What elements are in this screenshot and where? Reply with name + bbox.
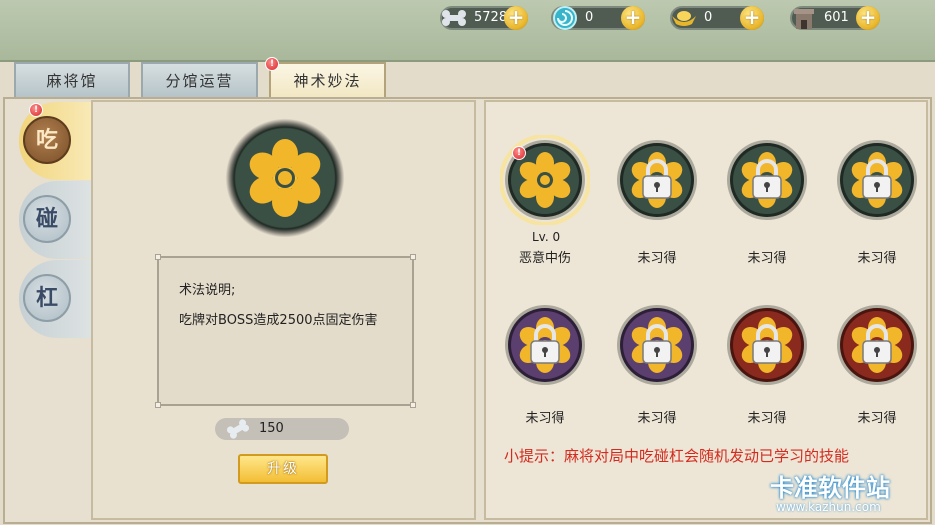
skill-name: 未习得 [747,251,787,266]
side-tab-chi-label: 吃 [23,116,71,164]
side-tab-peng-label: 碰 [23,195,71,243]
upgrade-cost: 150 [215,418,349,440]
bone-icon [225,418,251,440]
add-gold-button[interactable]: + [740,6,764,30]
locked-skill-slot[interactable] [722,135,812,225]
skill-name: 未习得 [747,411,787,426]
locked-skill-slot[interactable] [612,135,702,225]
locked-skill-slot[interactable] [832,300,922,390]
skill-level: Lv. 0 [532,230,561,244]
resource-building: 601 + [790,6,880,30]
description-title: 术法说明; [179,283,236,298]
building-icon [788,2,820,34]
upgrade-cost-value: 150 [259,421,284,436]
gold-ingot-icon [668,2,700,34]
notification-dot: ! [265,57,279,71]
selected-skill-icon [225,118,345,238]
side-tab-peng[interactable]: 碰 [19,181,91,259]
add-bones-button[interactable]: + [504,6,528,30]
locked-skill-slot[interactable] [612,300,702,390]
skill-name: 未习得 [637,251,677,266]
watermark: 卡准软件站 [770,474,890,502]
tab-branch-operation[interactable]: 分馆运营 [141,62,258,98]
upgrade-button[interactable]: 升级 [238,454,328,484]
skill-name: 未习得 [637,411,677,426]
description-text: 吃牌对BOSS造成2500点固定伤害 [179,313,378,328]
skill-description-box: 术法说明; 吃牌对BOSS造成2500点固定伤害 [155,254,416,408]
resource-building-value: 601 [824,10,849,25]
skill-name: 未习得 [857,251,897,266]
skill-name: 未习得 [857,411,897,426]
resource-jade: 0 + [551,6,645,30]
hint-text: 小提示：麻将对局中吃碰杠会随机发动已学习的技能 [504,447,850,465]
corner-ornament [155,402,161,408]
resource-bones: 5728 + [440,6,528,30]
corner-ornament [410,254,416,260]
locked-skill-slot[interactable] [722,300,812,390]
watermark-url: www.kazhun.com [776,500,881,514]
notification-dot: ! [29,103,43,117]
resource-jade-value: 0 [585,10,594,25]
add-jade-button[interactable]: + [621,6,645,30]
bone-icon [438,2,470,34]
jade-swirl-icon [549,2,581,34]
corner-ornament [155,254,161,260]
tab-label: 麻将馆 [46,72,98,90]
corner-ornament [410,402,416,408]
add-building-button[interactable]: + [856,6,880,30]
resource-gold: 0 + [670,6,764,30]
resource-gold-value: 0 [704,10,713,25]
skill-name: 恶意中伤 [518,251,571,266]
side-tab-gang[interactable]: 杠 [19,260,91,338]
side-tab-gang-label: 杠 [23,274,71,322]
notification-dot: ! [512,146,526,160]
skill-name: 未习得 [525,411,565,426]
resource-bones-value: 5728 [474,10,508,25]
tab-divine-arts[interactable]: 神术妙法 [269,62,386,98]
tab-label: 神术妙法 [293,72,362,90]
tab-mahjong-hall[interactable]: 麻将馆 [14,62,130,98]
tab-label: 分馆运营 [165,72,234,90]
locked-skill-slot[interactable] [500,300,590,390]
locked-skill-slot[interactable] [832,135,922,225]
